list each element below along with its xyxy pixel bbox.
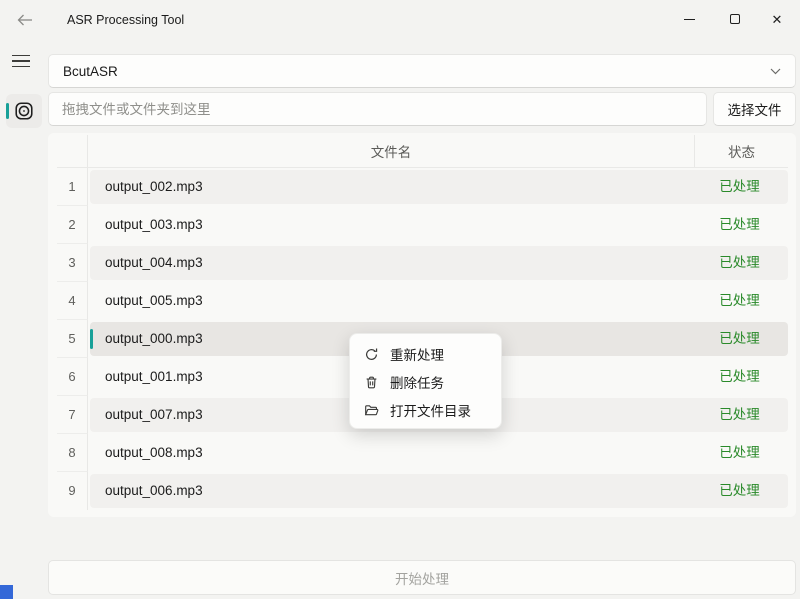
maximize-button[interactable] xyxy=(714,0,756,38)
row-index: 5 xyxy=(57,320,88,358)
engine-dropdown[interactable]: BcutASR xyxy=(48,54,796,88)
sidebar-item-asr[interactable] xyxy=(6,94,42,128)
record-lens-icon xyxy=(14,101,34,121)
sidebar xyxy=(0,40,45,599)
table-row[interactable]: 3 output_004.mp3 已处理 xyxy=(57,244,788,282)
table-row[interactable]: 8 output_008.mp3 已处理 xyxy=(57,434,788,472)
back-button[interactable] xyxy=(12,9,38,31)
context-menu-label: 打开文件目录 xyxy=(390,400,471,420)
file-drop-input[interactable] xyxy=(48,92,707,126)
context-menu-item-open-folder[interactable]: 打开文件目录 xyxy=(350,396,501,424)
row-filename: output_006.mp3 xyxy=(105,474,203,508)
selected-indicator xyxy=(6,103,9,119)
chevron-down-icon xyxy=(770,68,781,75)
header-index xyxy=(57,135,88,167)
close-button[interactable]: ✕ xyxy=(756,0,798,38)
row-body: output_003.mp3 已处理 xyxy=(90,208,788,242)
minimize-icon xyxy=(684,19,695,20)
selected-row-accent xyxy=(90,329,93,349)
row-status-badge: 已处理 xyxy=(693,322,786,356)
row-filename: output_004.mp3 xyxy=(105,246,203,280)
row-filename: output_003.mp3 xyxy=(105,208,203,242)
row-filename: output_008.mp3 xyxy=(105,436,203,470)
row-status-badge: 已处理 xyxy=(693,170,786,204)
row-status-badge: 已处理 xyxy=(693,436,786,470)
row-body: output_005.mp3 已处理 xyxy=(90,284,788,318)
row-status-badge: 已处理 xyxy=(693,246,786,280)
row-filename: output_007.mp3 xyxy=(105,398,203,432)
context-menu-item-reprocess[interactable]: 重新处理 xyxy=(350,340,501,368)
titlebar: ASR Processing Tool ✕ xyxy=(0,0,800,40)
hamburger-icon xyxy=(12,55,30,57)
context-menu: 重新处理 删除任务 打开文件目录 xyxy=(349,333,502,429)
trash-icon xyxy=(364,375,379,390)
start-processing-button[interactable]: 开始处理 xyxy=(48,560,796,595)
screen-corner-fragment xyxy=(0,585,13,599)
table-row[interactable]: 1 output_002.mp3 已处理 xyxy=(57,168,788,206)
row-filename: output_002.mp3 xyxy=(105,170,203,204)
header-filename: 文件名 xyxy=(88,135,695,167)
context-menu-label: 重新处理 xyxy=(390,344,444,364)
row-body: output_004.mp3 已处理 xyxy=(90,246,788,280)
row-index: 6 xyxy=(57,358,88,396)
row-status-badge: 已处理 xyxy=(693,208,786,242)
row-status-badge: 已处理 xyxy=(693,398,786,432)
row-body: output_008.mp3 已处理 xyxy=(90,436,788,470)
row-index: 8 xyxy=(57,434,88,472)
row-status-badge: 已处理 xyxy=(693,360,786,394)
choose-file-label: 选择文件 xyxy=(728,99,782,119)
row-filename: output_005.mp3 xyxy=(105,284,203,318)
row-body: output_006.mp3 已处理 xyxy=(90,474,788,508)
row-body: output_002.mp3 已处理 xyxy=(90,170,788,204)
row-filename: output_000.mp3 xyxy=(105,322,203,356)
back-arrow-icon xyxy=(17,14,33,26)
minimize-button[interactable] xyxy=(668,0,710,38)
table-header: 文件名 状态 xyxy=(57,135,788,168)
row-index: 7 xyxy=(57,396,88,434)
row-filename: output_001.mp3 xyxy=(105,360,203,394)
choose-file-button[interactable]: 选择文件 xyxy=(713,92,796,126)
hamburger-menu-button[interactable] xyxy=(12,52,34,70)
context-menu-label: 删除任务 xyxy=(390,372,444,392)
table-row[interactable]: 2 output_003.mp3 已处理 xyxy=(57,206,788,244)
engine-dropdown-value: BcutASR xyxy=(63,64,118,79)
table-row[interactable]: 9 output_006.mp3 已处理 xyxy=(57,472,788,510)
row-index: 2 xyxy=(57,206,88,244)
row-status-badge: 已处理 xyxy=(693,284,786,318)
row-index: 1 xyxy=(57,168,88,206)
context-menu-item-delete[interactable]: 删除任务 xyxy=(350,368,501,396)
refresh-icon xyxy=(364,347,379,362)
row-index: 4 xyxy=(57,282,88,320)
row-index: 9 xyxy=(57,472,88,510)
header-status: 状态 xyxy=(695,135,788,167)
window-title: ASR Processing Tool xyxy=(67,0,184,40)
open-folder-icon xyxy=(364,403,379,418)
close-icon: ✕ xyxy=(772,13,783,26)
maximize-icon xyxy=(730,14,740,24)
table-row[interactable]: 4 output_005.mp3 已处理 xyxy=(57,282,788,320)
row-status-badge: 已处理 xyxy=(693,474,786,508)
row-index: 3 xyxy=(57,244,88,282)
start-processing-label: 开始处理 xyxy=(395,568,449,588)
